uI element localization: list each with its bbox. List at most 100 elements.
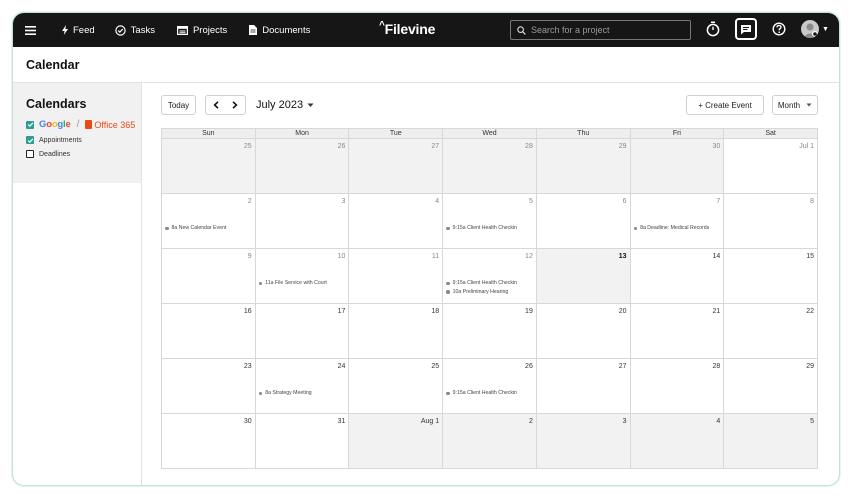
nav-projects-label: Projects: [192, 24, 228, 36]
day-cell[interactable]: 28: [443, 139, 537, 194]
day-cell[interactable]: 5 9:15a Client Health Checkin: [443, 194, 537, 249]
menu-button[interactable]: [25, 25, 36, 35]
providers-checkbox[interactable]: [26, 120, 34, 129]
day-number: 10: [337, 253, 346, 260]
day-cell[interactable]: 30: [162, 414, 256, 469]
nav-tasks[interactable]: Tasks: [114, 25, 155, 36]
calendar-deadlines[interactable]: Deadlines: [26, 150, 141, 158]
calendar-event[interactable]: 8a Strategy Meeting: [258, 389, 347, 398]
day-cell[interactable]: 11: [349, 249, 444, 304]
day-cell[interactable]: Jul 1: [724, 139, 818, 194]
day-number: 25: [431, 363, 440, 370]
day-cell[interactable]: 13: [536, 249, 631, 304]
month-selector[interactable]: July 2023: [256, 99, 314, 111]
calendar-appointments[interactable]: Appointments: [26, 136, 141, 144]
chevron-left-icon[interactable]: [213, 101, 219, 109]
day-cell[interactable]: 3: [255, 194, 350, 249]
appointments-checkbox[interactable]: [26, 136, 34, 144]
timer-icon[interactable]: [706, 21, 720, 37]
view-select[interactable]: Month: [772, 95, 818, 115]
day-cell[interactable]: 14: [630, 249, 725, 304]
day-cell[interactable]: 9: [162, 249, 256, 304]
week-row: 9 10 11a File Service with Court 11 12 9:15a …: [162, 249, 818, 304]
day-number: 30: [243, 418, 252, 425]
day-cell[interactable]: 25: [162, 139, 256, 194]
day-cell[interactable]: 2: [443, 414, 537, 469]
deadlines-checkbox[interactable]: [26, 150, 34, 158]
day-cell[interactable]: 17: [255, 304, 350, 359]
day-number: 13: [618, 253, 627, 260]
day-cell[interactable]: 2 8a New Calendar Event: [162, 194, 256, 249]
avatar-caret-icon[interactable]: ▼: [822, 26, 829, 33]
day-cell[interactable]: 29: [724, 359, 818, 414]
day-cell[interactable]: 6: [536, 194, 631, 249]
day-cell[interactable]: 12 9:15a Client Health Checkin 10a Prelimi…: [443, 249, 537, 304]
project-search[interactable]: [510, 20, 691, 40]
weeks: 25 26 27 28 29 30 Jul 1 2 8a New Calendar Event 3…: [162, 139, 818, 469]
day-cell[interactable]: Aug 1: [349, 414, 444, 469]
chevron-right-icon[interactable]: [232, 101, 238, 109]
day-number: 22: [806, 308, 814, 315]
event-dot-icon: [633, 226, 638, 230]
day-cell[interactable]: 10 11a File Service with Court: [255, 249, 350, 304]
weekday-wed: Wed: [443, 129, 537, 139]
filevine-logo[interactable]: ^ Filevine: [379, 20, 435, 38]
day-cell[interactable]: 15: [724, 249, 818, 304]
day-cell[interactable]: 7 8a Deadline: Medical Records: [630, 194, 725, 249]
calendar-event[interactable]: 8a Deadline: Medical Records: [633, 224, 722, 233]
today-button[interactable]: Today: [161, 95, 196, 115]
calendar-event[interactable]: 9:15a Client Health Checkin: [446, 224, 534, 233]
day-cell[interactable]: 26: [255, 139, 350, 194]
day-number: 16: [243, 308, 252, 315]
day-cell[interactable]: 30: [630, 139, 725, 194]
day-cell[interactable]: 27: [536, 359, 631, 414]
messages-button[interactable]: [735, 18, 757, 40]
day-cell[interactable]: 5: [724, 414, 818, 469]
event-list: 9:15a Client Health Checkin: [446, 389, 534, 398]
day-cell[interactable]: 23: [162, 359, 256, 414]
day-number: 4: [716, 418, 721, 425]
month-grid: Sun Mon Tue Wed Thu Fri Sat 25 26 27 28 29 30 Jul 12…: [161, 128, 818, 469]
day-cell[interactable]: 18: [349, 304, 444, 359]
calendar-event[interactable]: 9:15a Client Health Checkin: [446, 279, 534, 288]
calendar-event[interactable]: 9:15a Client Health Checkin: [446, 389, 534, 398]
day-cell[interactable]: 8: [724, 194, 818, 249]
calendar-event[interactable]: 10a Preliminary Hearing: [446, 288, 534, 297]
day-cell[interactable]: 24 8a Strategy Meeting: [255, 359, 350, 414]
day-cell[interactable]: 26 9:15a Client Health Checkin: [443, 359, 537, 414]
lightning-icon: [62, 25, 68, 35]
help-icon[interactable]: [772, 22, 786, 36]
day-cell[interactable]: 25: [349, 359, 444, 414]
day-number: 26: [337, 143, 346, 150]
calendar-event[interactable]: 11a File Service with Court: [258, 279, 347, 288]
user-avatar[interactable]: [801, 20, 819, 38]
calendars-title: Calendars: [26, 97, 87, 111]
weekday-tue: Tue: [349, 129, 444, 139]
day-cell[interactable]: 22: [724, 304, 818, 359]
caret-down-icon: [307, 103, 314, 107]
day-cell[interactable]: 31: [255, 414, 350, 469]
weekday-fri: Fri: [630, 129, 725, 139]
day-cell[interactable]: 3: [536, 414, 631, 469]
day-cell[interactable]: 19: [443, 304, 537, 359]
weekday-sat: Sat: [724, 129, 818, 139]
day-cell[interactable]: 4: [630, 414, 725, 469]
day-cell[interactable]: 28: [630, 359, 725, 414]
nav-documents[interactable]: Documents: [249, 25, 310, 36]
calendar-event[interactable]: 8a New Calendar Event: [165, 224, 253, 233]
calendar-providers[interactable]: Google / Office 365: [26, 119, 141, 130]
event-title: 10a Preliminary Hearing: [452, 288, 509, 295]
nav-feed[interactable]: Feed: [62, 25, 95, 36]
nav-projects[interactable]: Projects: [176, 24, 228, 36]
create-event-button[interactable]: + Create Event: [686, 95, 764, 115]
office365-label: Office 365: [94, 119, 136, 130]
day-cell[interactable]: 16: [162, 304, 256, 359]
day-cell[interactable]: 29: [536, 139, 631, 194]
day-cell[interactable]: 21: [630, 304, 725, 359]
day-cell[interactable]: 27: [349, 139, 444, 194]
search-input[interactable]: [531, 25, 681, 35]
event-list: 11a File Service with Court: [258, 279, 347, 288]
day-cell[interactable]: 20: [536, 304, 631, 359]
weekday-sun: Sun: [162, 129, 256, 139]
day-cell[interactable]: 4: [349, 194, 444, 249]
